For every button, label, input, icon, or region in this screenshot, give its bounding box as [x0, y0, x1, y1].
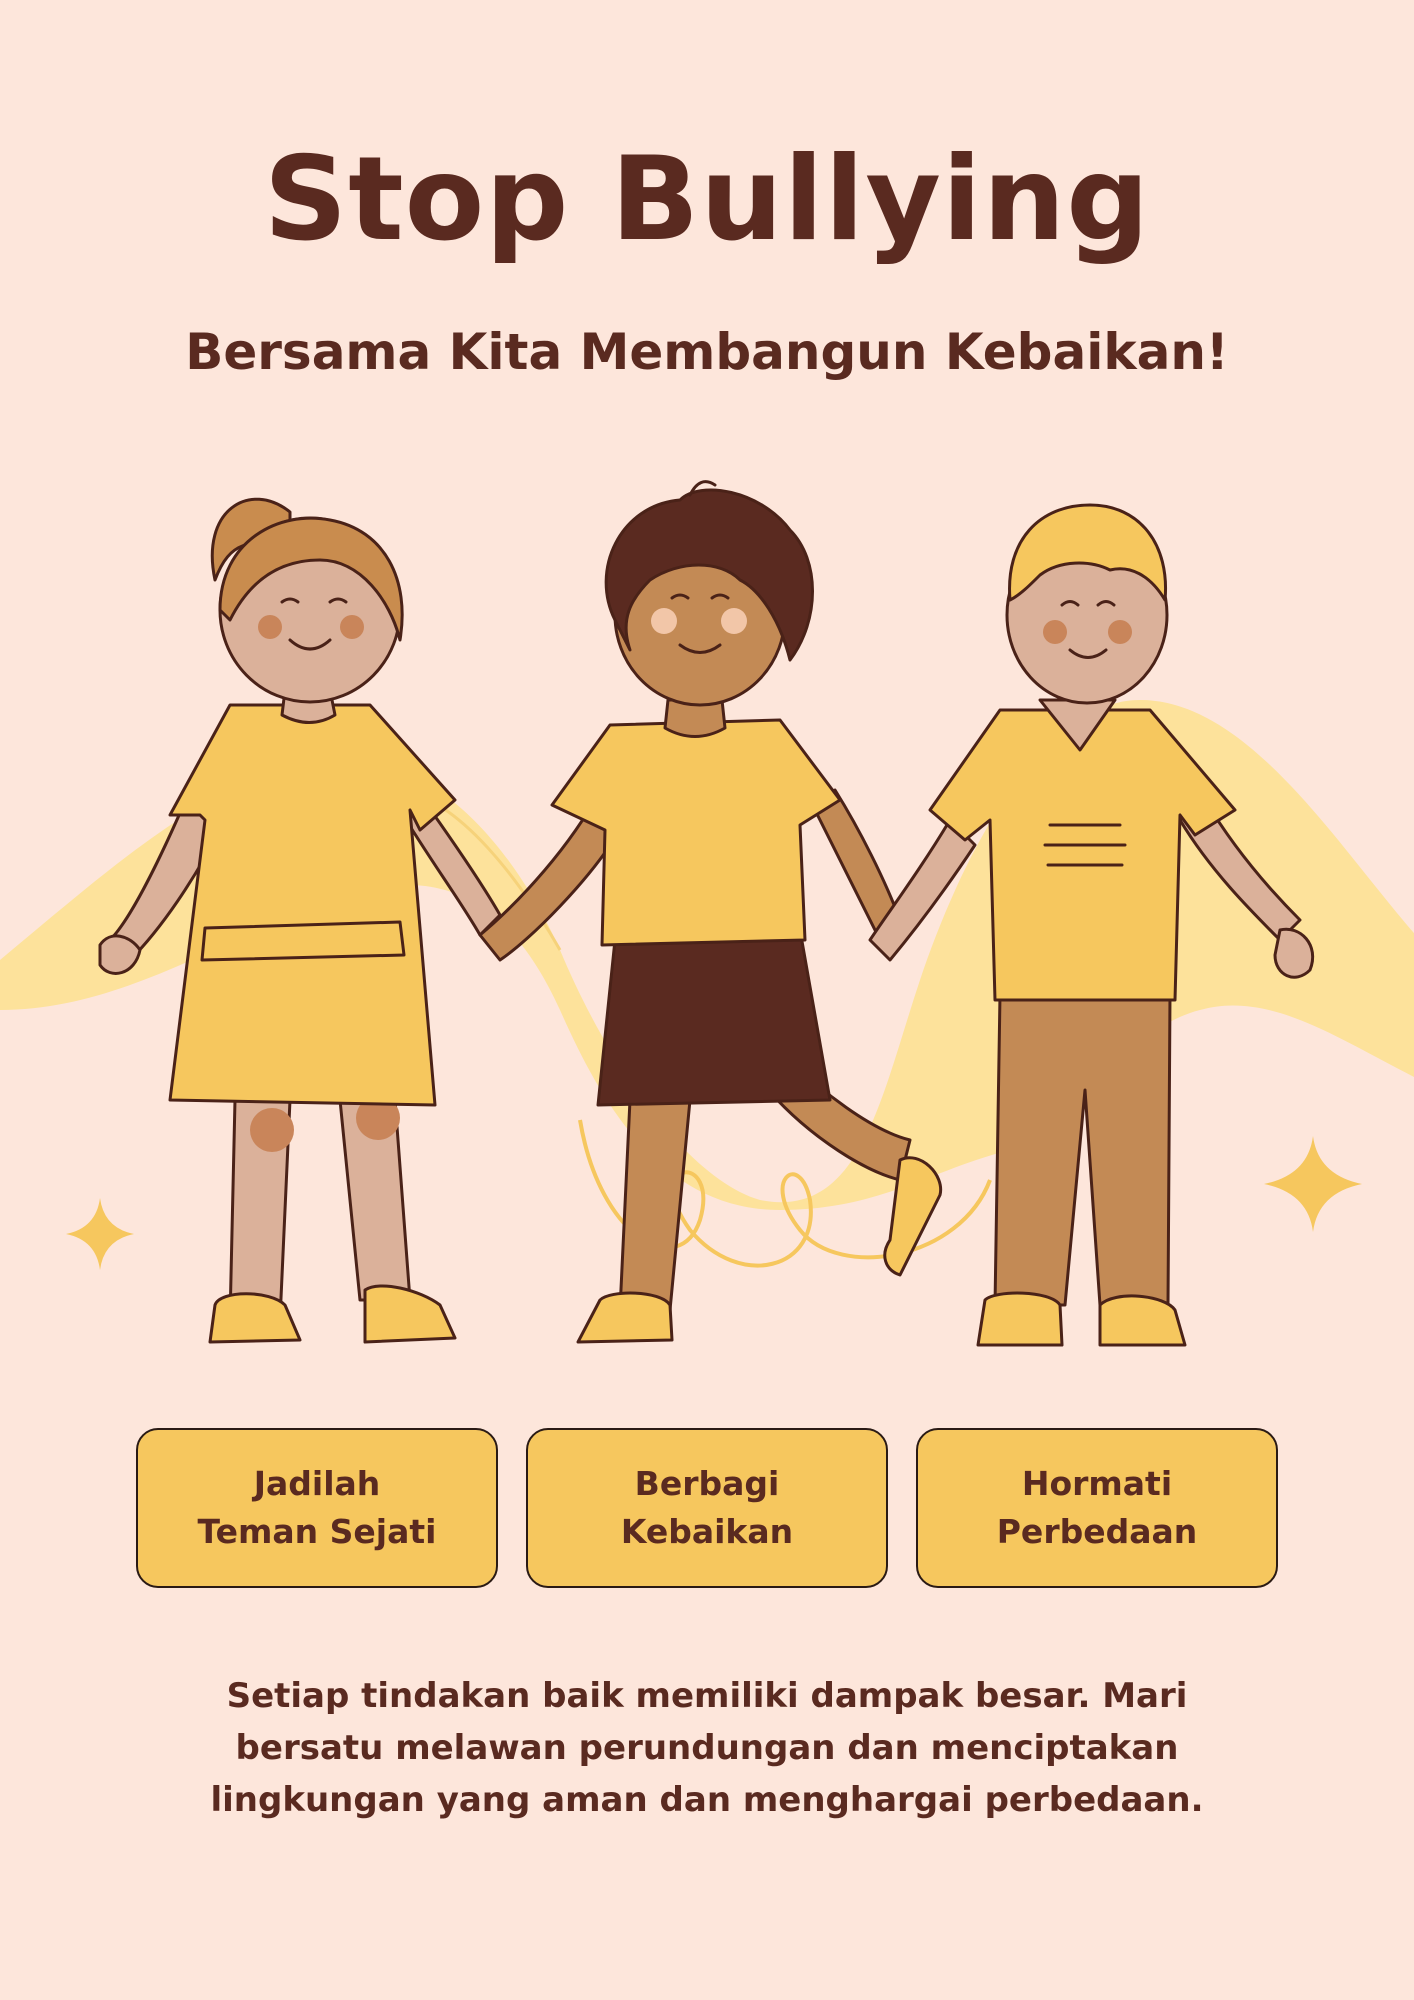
sparkle-icon-left	[66, 1198, 134, 1270]
closing-message: Setiap tindakan baik memiliki dampak bes…	[210, 1676, 1204, 1820]
value-label: Jadilah Teman Sejati	[197, 1464, 437, 1551]
girl-left	[98, 497, 502, 1344]
page-subtitle: Bersama Kita Membangun Kebaikan!	[185, 323, 1229, 381]
value-pill-berbagi-kebaikan: Berbagi Kebaikan	[526, 1428, 888, 1588]
value-label: Berbagi Kebaikan	[620, 1464, 794, 1551]
value-label: Hormati Perbedaan	[996, 1464, 1198, 1551]
page-title: Stop Bullying	[263, 132, 1151, 267]
child-middle	[478, 480, 943, 1344]
value-pill-hormati-perbedaan: Hormati Perbedaan	[916, 1428, 1278, 1588]
children-holding-hands-illustration	[0, 480, 1414, 1347]
sparkle-icon-right	[1264, 1136, 1362, 1232]
values-row: Jadilah Teman Sejati Berbagi Kebaikan Ho…	[136, 1428, 1278, 1588]
value-pill-teman-sejati: Jadilah Teman Sejati	[136, 1428, 498, 1588]
